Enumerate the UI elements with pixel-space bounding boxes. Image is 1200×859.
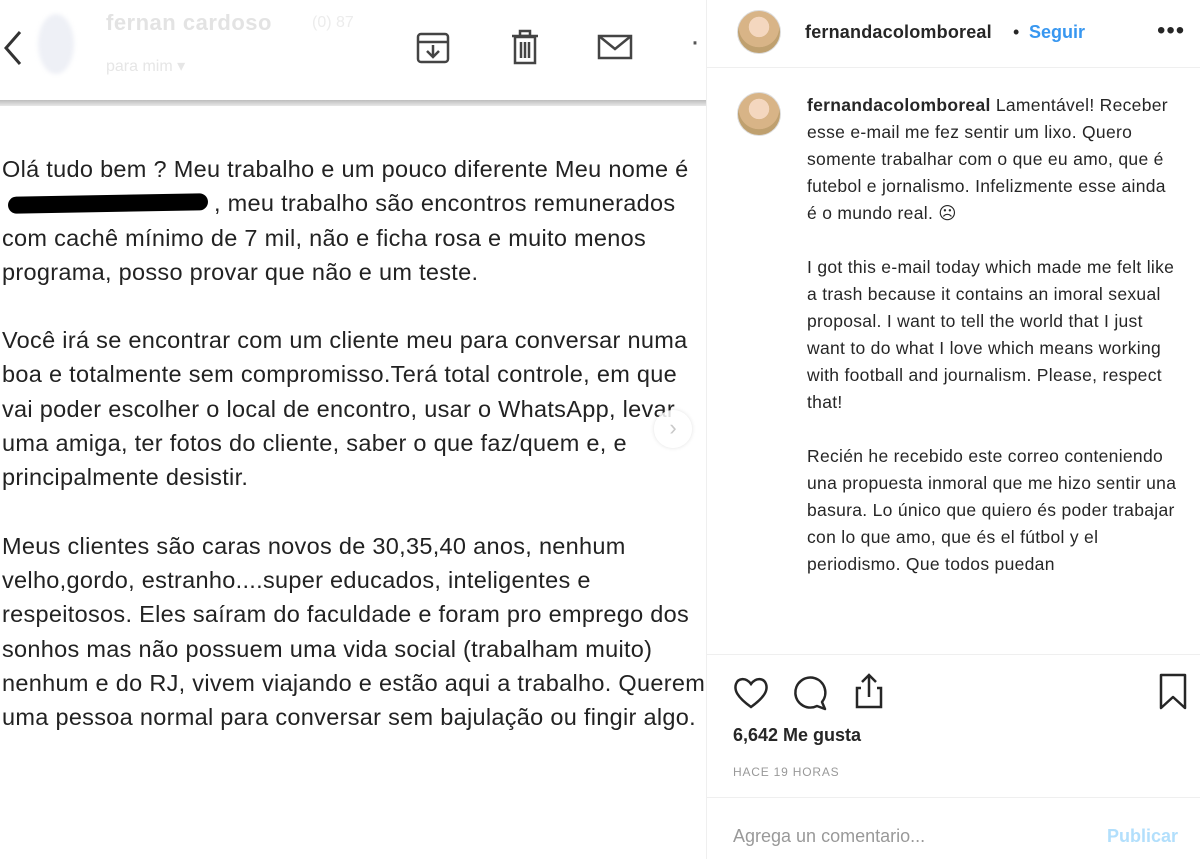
comment-input[interactable]: Agrega un comentario... [733, 826, 925, 847]
heart-icon[interactable] [731, 673, 771, 713]
comment-bar: Agrega un comentario... Publicar [707, 797, 1200, 859]
recipient-line[interactable]: para mim ▾ [106, 56, 185, 76]
email-paragraph-2: Você irá se encontrar com um cliente meu… [2, 327, 688, 491]
avatar[interactable] [737, 10, 781, 54]
comment-icon[interactable] [791, 673, 831, 713]
carousel-next-button[interactable]: › [654, 410, 692, 448]
options-icon[interactable]: ••• [1157, 17, 1185, 45]
instagram-panel: fernandacolomboreal • Seguir ••• fernand… [706, 0, 1200, 859]
caption-text: fernandacolomboreal Lamentável! Receber … [807, 92, 1177, 605]
caption-paragraph-1: fernandacolomboreal Lamentável! Receber … [807, 95, 1168, 223]
follow-button[interactable]: Seguir [1029, 22, 1085, 43]
post-username[interactable]: fernandacolomboreal [805, 22, 992, 43]
trash-icon[interactable] [506, 28, 544, 66]
header-divider [0, 100, 706, 106]
bookmark-icon[interactable] [1153, 671, 1193, 711]
post-header: fernandacolomboreal • Seguir ••• [707, 0, 1200, 68]
caption-paragraph-2: I got this e-mail today which made me fe… [807, 257, 1175, 412]
post-timestamp: HACE 19 HORAS [733, 765, 840, 779]
publish-button[interactable]: Publicar [1107, 826, 1178, 847]
separator-dot: • [1013, 22, 1020, 42]
sender-avatar [38, 14, 74, 74]
like-count[interactable]: 6,642 Me gusta [733, 725, 861, 746]
redacted-name [2, 193, 214, 215]
archive-icon[interactable] [414, 28, 452, 66]
caption-username[interactable]: fernandacolomboreal [807, 95, 991, 115]
sender-name: fernan cardoso [106, 10, 272, 35]
mail-icon[interactable] [596, 28, 634, 66]
email-paragraph-3: Meus clientes são caras novos de 30,35,4… [2, 532, 706, 731]
post-caption: fernandacolomboreal Lamentável! Receber … [707, 90, 1200, 650]
post-actions: 6,642 Me gusta HACE 19 HORAS [707, 654, 1200, 797]
email-body: Olá tudo bem ? Meu trabalho e um pouco d… [2, 152, 706, 768]
email-paragraph-1: Olá tudo bem ? Meu trabalho e um pouco d… [2, 156, 689, 285]
email-header: fernan cardoso (0) 87 para mim ▾ · [0, 0, 706, 100]
sender-meta: (0) 87 [312, 14, 354, 31]
back-arrow-icon[interactable] [0, 26, 28, 70]
more-icon[interactable]: · [690, 27, 700, 57]
caption-paragraph-3: Recién he recebido este correo contenien… [807, 446, 1177, 574]
caption-avatar[interactable] [737, 92, 781, 136]
share-icon[interactable] [849, 671, 889, 711]
email-screenshot: fernan cardoso (0) 87 para mim ▾ · Olá t… [0, 0, 706, 859]
